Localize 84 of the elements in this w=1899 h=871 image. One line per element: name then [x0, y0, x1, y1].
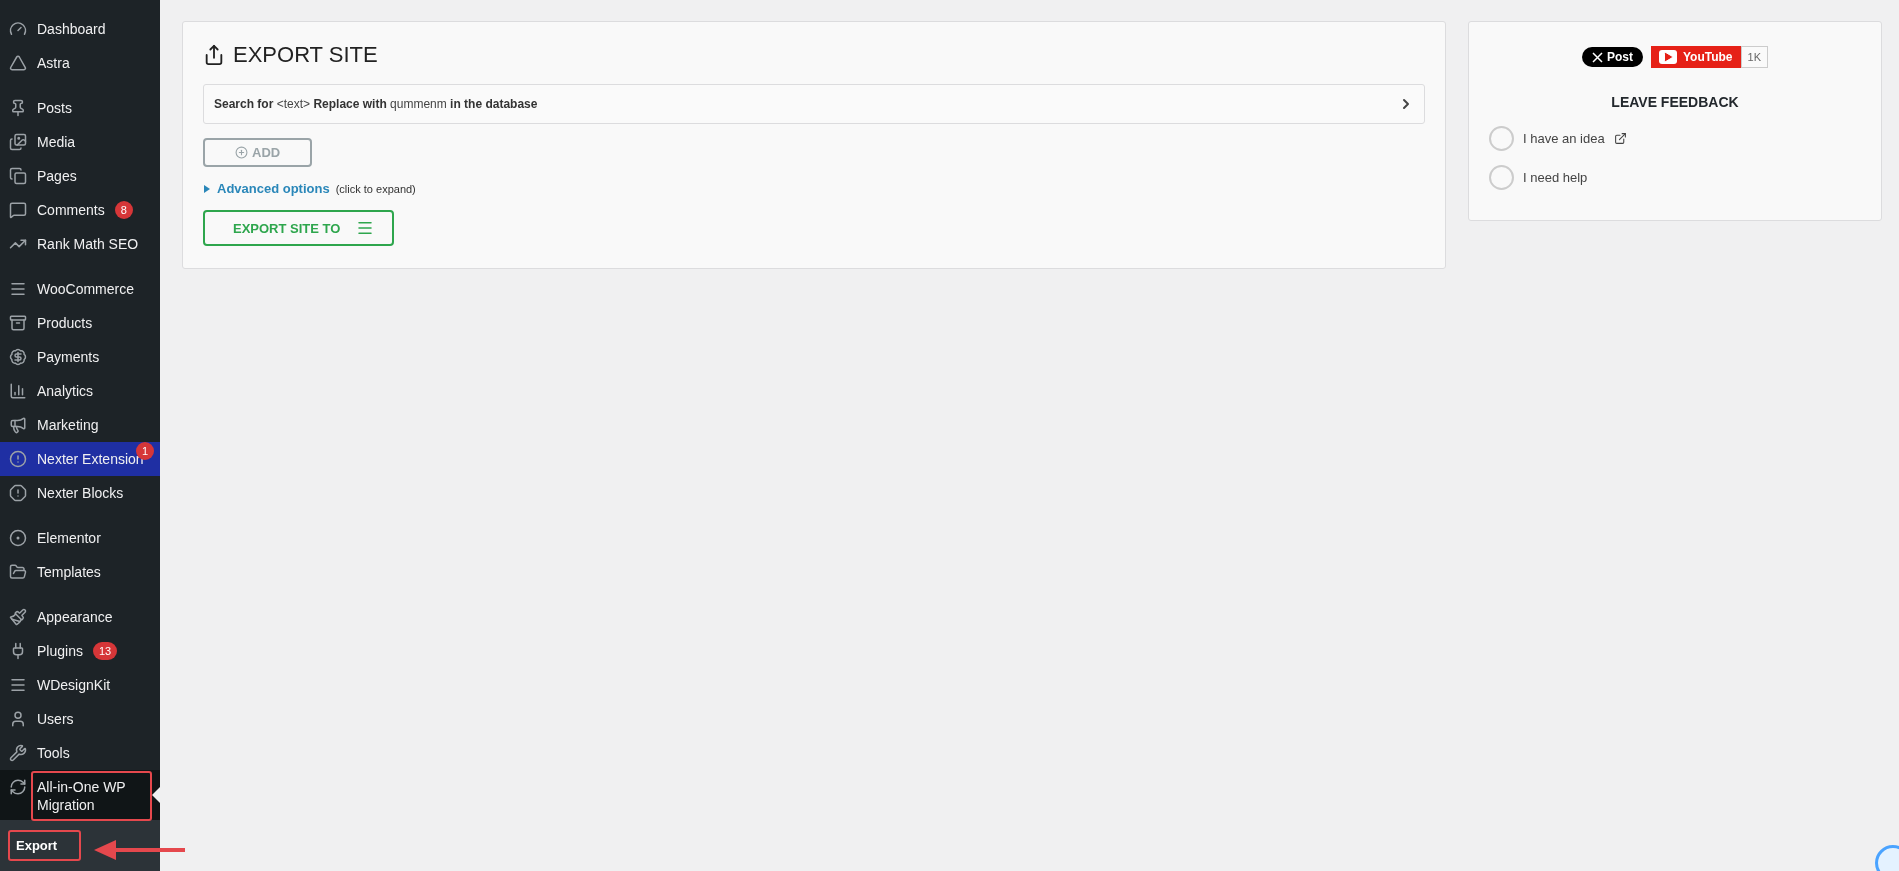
post-button[interactable]: Post [1582, 47, 1643, 67]
menu-item[interactable]: Nexter Blocks [0, 476, 160, 510]
menu-item[interactable]: Tools [0, 736, 160, 770]
menu-label: Plugins [37, 641, 83, 661]
alert-octagon-icon [9, 484, 27, 502]
menu-label: Tools [37, 743, 70, 763]
menu-label: Comments [37, 200, 105, 220]
menu-label: Dashboard [37, 19, 106, 39]
menu-item[interactable]: Appearance [0, 600, 160, 634]
wrench-icon [9, 744, 27, 762]
pin-icon [9, 99, 27, 117]
triangle-icon [9, 54, 27, 72]
radio-button[interactable] [1489, 165, 1514, 190]
menu-label: Appearance [37, 607, 113, 627]
menu-item[interactable]: Elementor [0, 521, 160, 555]
speech-bubble-icon [9, 201, 27, 219]
find-replace-row[interactable]: Search for <text> Replace with qummenm in the database [203, 84, 1425, 124]
feedback-heading: LEAVE FEEDBACK [1611, 94, 1739, 110]
menu-label: All-in-One WP Migration [31, 771, 152, 822]
x-logo-icon [1592, 51, 1603, 63]
folder-icon [9, 563, 27, 581]
menu-label: Marketing [37, 415, 99, 435]
menu-label: Nexter Blocks [37, 483, 124, 503]
subscriber-count: 1K [1740, 46, 1768, 68]
images-icon [9, 133, 27, 151]
menu-item[interactable]: Posts [0, 91, 160, 125]
menu-item[interactable]: Dashboard [0, 12, 160, 46]
menu-item[interactable]: Analytics [0, 374, 160, 408]
pages-icon [9, 167, 27, 185]
menu-label: Analytics [37, 381, 94, 401]
menu-item[interactable]: Templates [0, 555, 160, 589]
menu-icon [356, 219, 375, 237]
menu-item[interactable]: Comments 8 [0, 193, 160, 227]
feedback-option[interactable]: I have an idea [1489, 126, 1861, 151]
menu-label: WDesignKit [37, 675, 111, 695]
refresh-icon [9, 778, 27, 796]
menu-label: Products [37, 313, 93, 333]
bar-chart-icon [9, 382, 27, 400]
menu-item[interactable]: Marketing [0, 408, 160, 442]
feedback-option[interactable]: I need help [1489, 165, 1861, 190]
dollar-icon [9, 348, 27, 366]
menu-item[interactable]: Plugins 13 [0, 634, 160, 668]
menu-item[interactable]: All-in-One WP Migration [0, 770, 160, 820]
menu-item[interactable]: WDesignKit [0, 668, 160, 702]
menu-item[interactable]: Rank Math SEO [0, 227, 160, 261]
play-icon [1659, 50, 1677, 64]
menu-label: Users [37, 709, 74, 729]
menu-label: Elementor [37, 528, 101, 548]
menu-label: Media [37, 132, 76, 152]
menu-item[interactable]: Products [0, 306, 160, 340]
lines-icon [9, 676, 27, 694]
circle-dot-icon [9, 529, 27, 547]
menu-item[interactable]: Payments [0, 340, 160, 374]
lines-icon [9, 280, 27, 298]
advanced-options-link[interactable]: Advanced options [217, 181, 330, 196]
count-badge: 13 [92, 642, 118, 660]
radio-button[interactable] [1489, 126, 1514, 151]
alert-icon [9, 450, 27, 468]
menu-label: Posts [37, 98, 72, 118]
archive-icon [9, 314, 27, 332]
gauge-icon [9, 20, 27, 38]
title-text: EXPORT SITE [233, 42, 378, 68]
plus-icon [235, 146, 248, 159]
paintbrush-icon [9, 608, 27, 626]
count-badge: 8 [114, 201, 133, 219]
menu-item[interactable]: Pages [0, 159, 160, 193]
menu-item[interactable]: Astra [0, 46, 160, 80]
menu-label: WooCommerce [37, 279, 134, 299]
menu-label: Pages [37, 166, 77, 186]
youtube-button[interactable]: YouTube [1651, 46, 1741, 68]
menu-label: Rank Math SEO [37, 234, 139, 254]
menu-label: Astra [37, 53, 70, 73]
expand-hint: (click to expand) [335, 182, 416, 195]
megaphone-icon [9, 416, 27, 434]
find-replace-text: Search for <text> Replace with qummenm in the database [214, 97, 538, 111]
user-icon [9, 710, 27, 728]
menu-item[interactable]: Users [0, 702, 160, 736]
menu-label: Payments [37, 347, 100, 367]
submenu-item[interactable]: Export [8, 830, 82, 861]
menu-item[interactable]: Media [0, 125, 160, 159]
menu-label: Templates [37, 562, 101, 582]
menu-label: Nexter Extension [37, 450, 144, 469]
menu-item[interactable]: WooCommerce [0, 272, 160, 306]
export-icon [203, 44, 225, 66]
